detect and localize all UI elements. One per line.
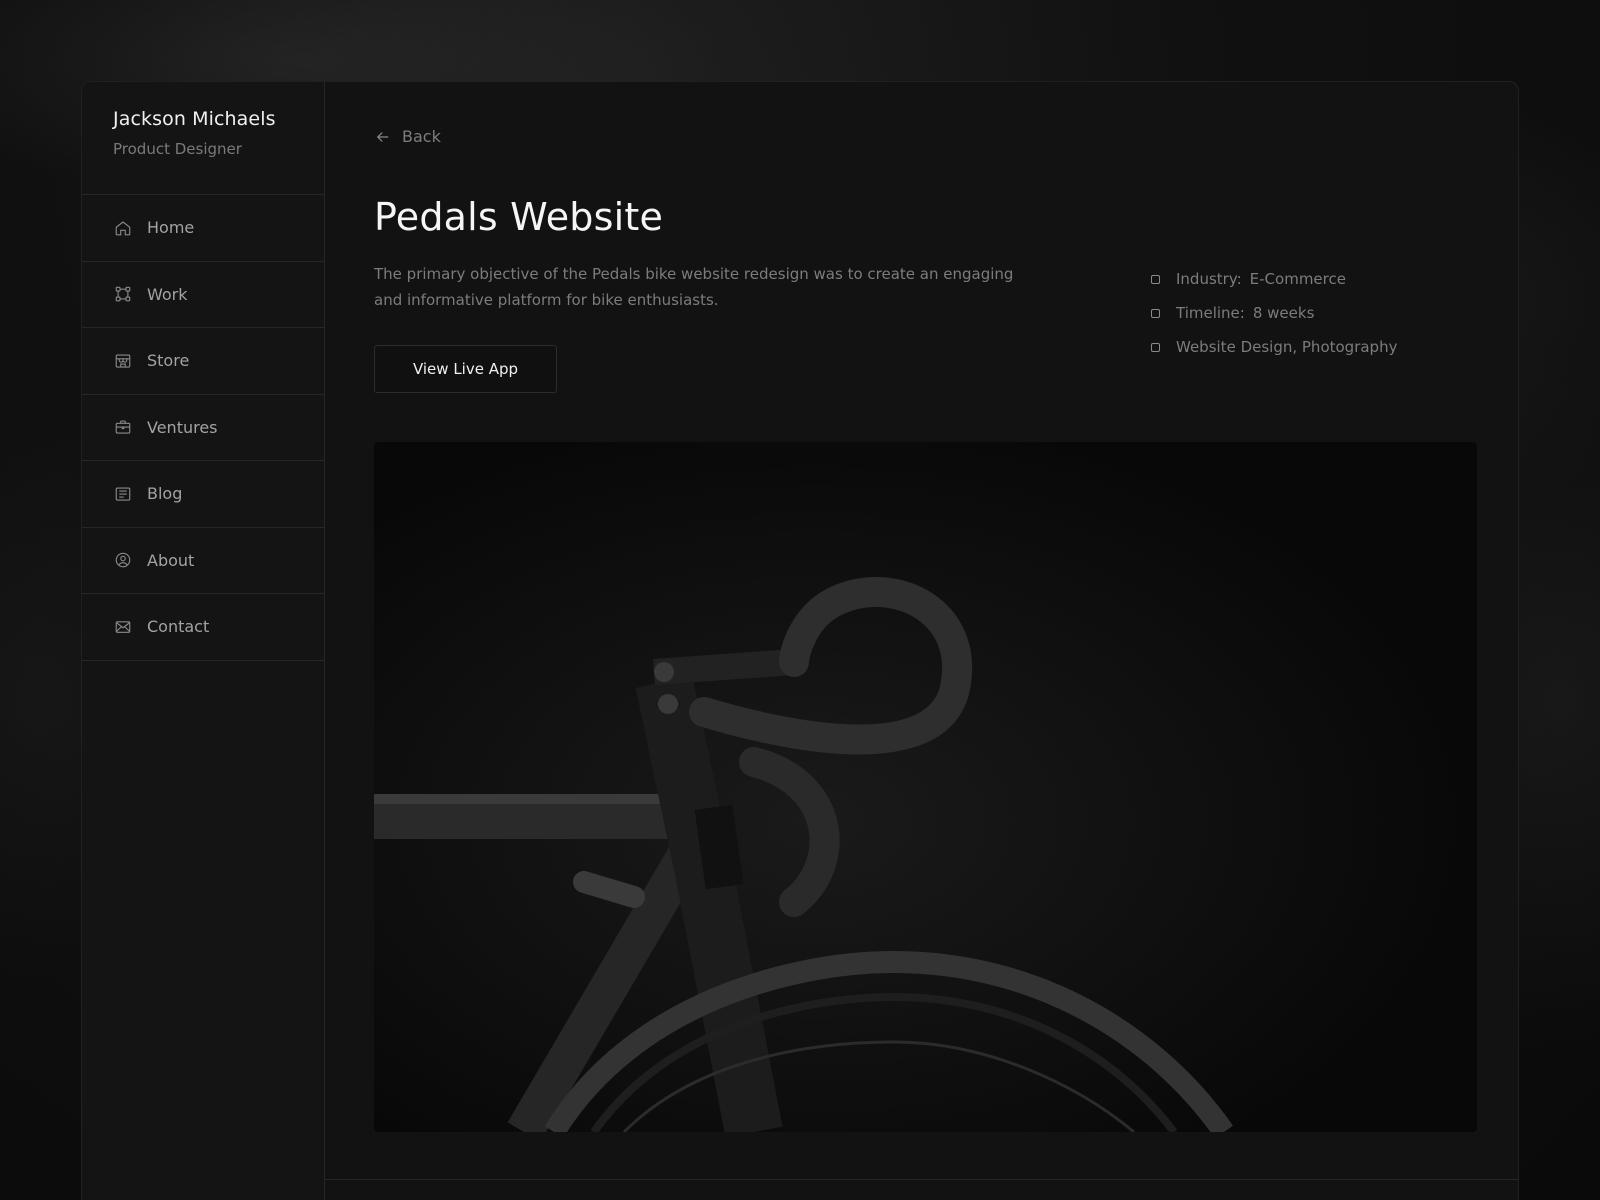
hero-image xyxy=(374,442,1477,1132)
meta-key: Timeline: xyxy=(1176,304,1245,322)
meta-value: 8 weeks xyxy=(1252,304,1315,322)
sidebar-item-label: About xyxy=(147,550,195,570)
sidebar-item-about[interactable]: About xyxy=(82,528,324,594)
bicycle-photo xyxy=(374,442,1477,1132)
sidebar-item-label: Store xyxy=(147,351,190,371)
sidebar: Jackson Michaels Product Designer Home W… xyxy=(82,82,325,1200)
view-live-app-button[interactable]: View Live App xyxy=(374,345,557,393)
mail-icon xyxy=(113,617,133,637)
meta-timeline: Timeline: 8 weeks xyxy=(1151,296,1397,330)
bullet-icon xyxy=(1151,342,1160,352)
project-meta: Industry: E-Commerce Timeline: 8 weeks W… xyxy=(1151,262,1397,364)
page-title: Pedals Website xyxy=(374,195,664,239)
meta-industry: Industry: E-Commerce xyxy=(1151,262,1397,296)
sidebar-item-label: Home xyxy=(147,218,195,238)
meta-key: Industry: xyxy=(1176,270,1242,288)
back-label: Back xyxy=(402,127,441,146)
profile-role: Product Designer xyxy=(113,140,242,158)
work-icon xyxy=(113,284,133,304)
meta-value: E-Commerce xyxy=(1249,270,1346,288)
meta-services: Website Design, Photography xyxy=(1151,330,1397,364)
sidebar-item-home[interactable]: Home xyxy=(82,195,324,262)
meta-value: Website Design, Photography xyxy=(1176,338,1398,356)
blog-icon xyxy=(113,484,133,504)
user-circle-icon xyxy=(113,550,133,570)
arrow-left-icon xyxy=(376,131,389,142)
bullet-icon xyxy=(1151,308,1160,318)
divider xyxy=(325,1179,1518,1180)
sidebar-item-label: Ventures xyxy=(147,417,218,437)
home-icon xyxy=(113,218,133,238)
sidebar-item-store[interactable]: Store xyxy=(82,328,324,395)
main-content: Back Pedals Website The primary objectiv… xyxy=(325,82,1518,1200)
profile-name: Jackson Michaels xyxy=(113,108,276,130)
sidebar-item-contact[interactable]: Contact xyxy=(82,594,324,661)
back-link[interactable]: Back xyxy=(374,127,441,146)
sidebar-item-label: Blog xyxy=(147,484,183,504)
sidebar-item-label: Work xyxy=(147,284,188,304)
sidebar-item-work[interactable]: Work xyxy=(82,262,324,328)
store-icon xyxy=(113,351,133,371)
briefcase-icon xyxy=(113,417,133,437)
sidebar-item-ventures[interactable]: Ventures xyxy=(82,395,324,461)
project-description: The primary objective of the Pedals bike… xyxy=(374,265,1014,309)
app-window: Jackson Michaels Product Designer Home W… xyxy=(81,81,1519,1200)
sidebar-item-label: Contact xyxy=(147,617,210,637)
profile-header: Jackson Michaels Product Designer xyxy=(82,82,324,195)
sidebar-item-blog[interactable]: Blog xyxy=(82,461,324,528)
bullet-icon xyxy=(1151,274,1160,284)
